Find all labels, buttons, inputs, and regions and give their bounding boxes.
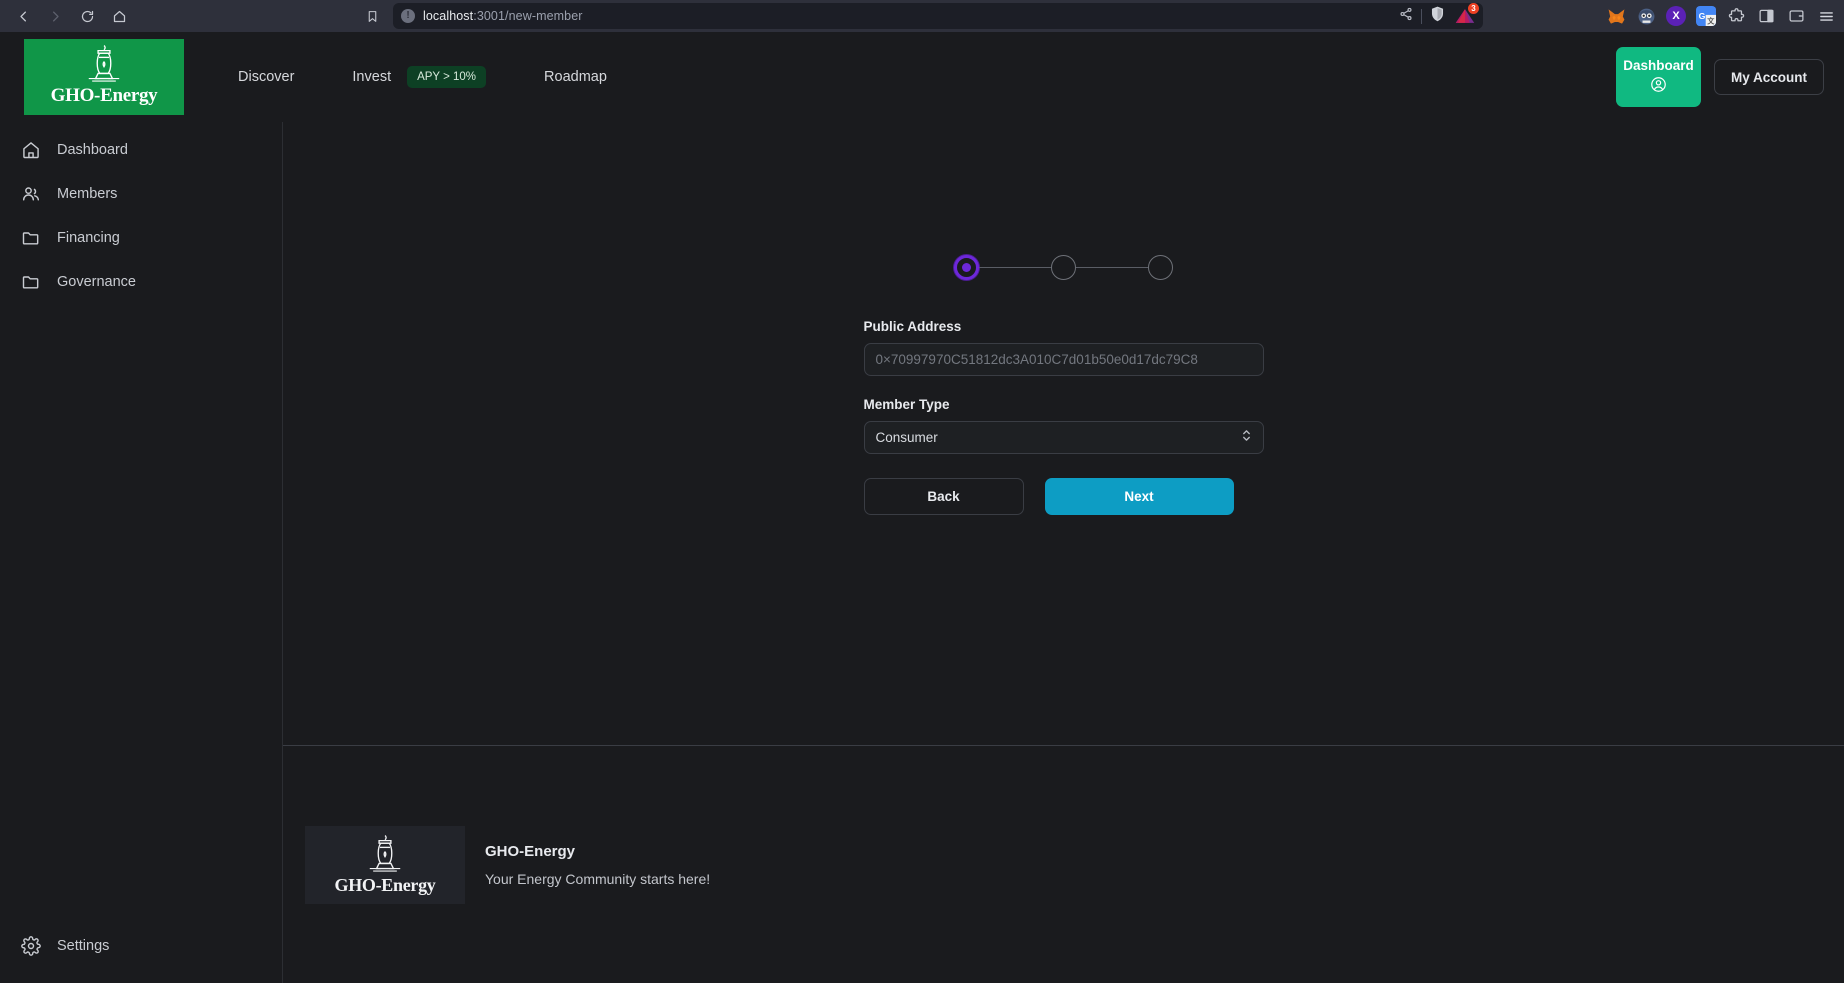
primary-nav: Discover Invest APY > 10% Roadmap xyxy=(238,61,665,93)
wallet-icon[interactable] xyxy=(1786,6,1806,26)
sidebar-item-settings[interactable]: Settings xyxy=(0,924,282,968)
share-icon[interactable] xyxy=(1399,7,1413,26)
step-connector xyxy=(1076,267,1148,268)
people-icon xyxy=(20,184,41,205)
back-arrow-icon[interactable] xyxy=(8,3,38,29)
footer-content: GHO-Energy GHO-Energy Your Energy Commun… xyxy=(305,825,710,904)
member-type-value: Consumer xyxy=(875,430,938,445)
x-extension-label: X xyxy=(1672,10,1680,22)
dashboard-button-label: Dashboard xyxy=(1623,58,1694,73)
next-button[interactable]: Next xyxy=(1044,478,1234,515)
url-path: :3001/new-member xyxy=(473,9,583,23)
site-logo[interactable]: GHO-Energy xyxy=(24,39,184,115)
member-type-label: Member Type xyxy=(863,397,950,412)
sidebar-item-label: Members xyxy=(57,186,118,202)
footer-logo: GHO-Energy xyxy=(305,825,465,904)
svg-text:G: G xyxy=(1698,10,1705,20)
google-translate-extension-icon[interactable]: G文 xyxy=(1696,6,1716,26)
logo-wordmark: GHO-Energy xyxy=(50,85,158,106)
sidebar-item-label: Financing xyxy=(57,230,120,246)
header-actions: Dashboard My Account xyxy=(1615,32,1824,122)
x-extension-icon[interactable]: X xyxy=(1666,6,1686,26)
notification-triangle-icon[interactable]: 3 xyxy=(1453,3,1479,26)
site-footer: GHO-Energy GHO-Energy Your Energy Commun… xyxy=(283,746,1844,983)
step-indicator-3[interactable] xyxy=(1148,255,1173,280)
back-button[interactable]: Back xyxy=(863,478,1024,515)
browser-toolbar: ! localhost:3001/new-member 3 X G 文 xyxy=(0,0,1844,32)
sidebar-item-members[interactable]: Members xyxy=(0,172,282,216)
url-text: localhost:3001/new-member xyxy=(423,9,583,23)
sidebar-item-label: Governance xyxy=(57,274,136,290)
brave-shield-icon[interactable] xyxy=(1430,6,1445,27)
pooly-extension-icon[interactable] xyxy=(1636,6,1656,26)
dashboard-button[interactable]: Dashboard xyxy=(1615,47,1701,107)
nav-item-discover[interactable]: Discover xyxy=(238,61,294,93)
footer-title: GHO-Energy xyxy=(485,842,576,860)
nav-item-invest[interactable]: Invest xyxy=(352,61,391,93)
page-body: Dashboard Members Financing Governance S… xyxy=(0,122,1844,983)
sidebar-toggle-icon[interactable] xyxy=(1756,6,1776,26)
lantern-icon xyxy=(88,44,120,82)
address-bar[interactable]: ! localhost:3001/new-member 3 xyxy=(393,3,1483,29)
public-address-field-group: Public Address xyxy=(863,319,1264,376)
progress-stepper xyxy=(954,255,1173,280)
step-indicator-1[interactable] xyxy=(954,255,979,280)
member-type-field-group: Member Type Consumer xyxy=(863,397,1264,454)
nav-item-roadmap[interactable]: Roadmap xyxy=(544,61,607,93)
form-actions: Back Next xyxy=(863,478,1264,515)
toolbar-divider xyxy=(1421,8,1422,24)
sidebar-item-label: Settings xyxy=(57,938,110,954)
home-icon xyxy=(20,140,41,161)
sidebar-item-dashboard[interactable]: Dashboard xyxy=(0,128,282,172)
footer-text-block: GHO-Energy Your Energy Community starts … xyxy=(485,843,710,887)
sidebar-footer: Settings xyxy=(0,924,282,983)
notification-badge: 3 xyxy=(1468,3,1479,14)
member-type-select-wrap: Consumer xyxy=(863,421,1264,454)
step-indicator-2[interactable] xyxy=(1051,255,1076,280)
footer-logo-wordmark: GHO-Energy xyxy=(334,875,436,895)
browser-nav-buttons xyxy=(8,3,134,29)
sidebar-item-label: Dashboard xyxy=(57,142,128,158)
metamask-extension-icon[interactable] xyxy=(1606,6,1626,26)
footer-tagline: Your Energy Community starts here! xyxy=(485,870,711,887)
url-host: localhost xyxy=(423,9,474,23)
extensions-puzzle-icon[interactable] xyxy=(1726,6,1746,26)
step-dot xyxy=(962,263,971,272)
address-bar-actions: 3 xyxy=(1399,3,1479,29)
step-connector xyxy=(979,267,1051,268)
public-address-label: Public Address xyxy=(863,319,962,334)
sidebar-item-governance[interactable]: Governance xyxy=(0,260,282,304)
new-member-form-pane: Public Address Member Type Consumer xyxy=(283,122,1844,745)
app-header: GHO-Energy Discover Invest APY > 10% Roa… xyxy=(0,32,1844,122)
folder-icon xyxy=(20,228,41,249)
gear-icon xyxy=(20,936,41,957)
apy-badge: APY > 10% xyxy=(407,66,487,88)
public-address-input[interactable] xyxy=(863,343,1264,376)
reload-icon[interactable] xyxy=(72,3,102,29)
site-info-icon[interactable]: ! xyxy=(401,9,415,23)
sidebar-item-financing[interactable]: Financing xyxy=(0,216,282,260)
browser-menu-icon[interactable] xyxy=(1816,6,1836,26)
member-type-select[interactable]: Consumer xyxy=(863,421,1264,454)
user-avatar-icon xyxy=(1650,76,1667,96)
main-content: Public Address Member Type Consumer xyxy=(283,122,1844,983)
folder-icon xyxy=(20,272,41,293)
home-icon[interactable] xyxy=(104,3,134,29)
bookmark-icon[interactable] xyxy=(361,5,383,27)
url-bar-area: ! localhost:3001/new-member 3 xyxy=(361,3,1483,29)
member-form: Public Address Member Type Consumer xyxy=(863,319,1264,515)
forward-arrow-icon[interactable] xyxy=(40,3,70,29)
svg-text:文: 文 xyxy=(1707,16,1715,25)
sidebar: Dashboard Members Financing Governance S… xyxy=(0,122,283,983)
lantern-icon xyxy=(369,834,401,872)
my-account-button[interactable]: My Account xyxy=(1713,59,1824,95)
extensions-toolbar: X G文 xyxy=(1606,0,1836,32)
